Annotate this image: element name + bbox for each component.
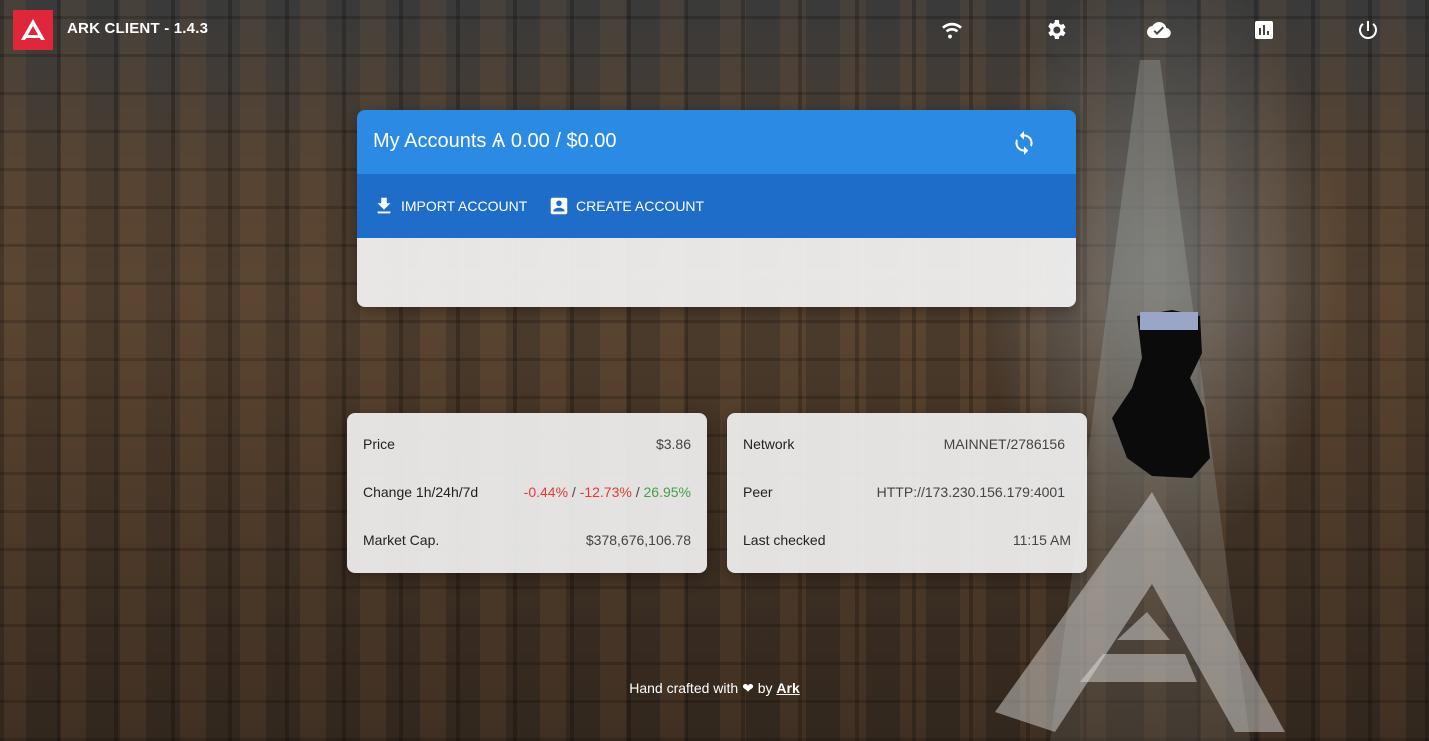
accounts-list: [357, 238, 1076, 307]
power-icon[interactable]: [1356, 18, 1380, 42]
network-value: MAINNET/2786156: [943, 436, 1065, 452]
network-card: Network MAINNET/2786156 Peer HTTP://173.…: [727, 413, 1087, 573]
price-row: Price $3.86: [363, 436, 691, 456]
last-checked-label: Last checked: [743, 532, 826, 548]
accounts-title: My Accounts Ѧ 0.00 / $0.00: [373, 130, 617, 152]
price-value: $3.86: [655, 436, 691, 452]
change-7d: 26.95%: [643, 484, 691, 500]
account-box-icon: [550, 197, 568, 215]
network-label: Network: [743, 436, 795, 452]
change-row: Change 1h/24h/7d -0.44% / -12.73% / 26.9…: [363, 484, 691, 504]
chart-icon[interactable]: [1252, 18, 1276, 42]
footer: Hand crafted with ❤ by Ark: [0, 680, 1429, 697]
peer-label: Peer: [743, 484, 773, 500]
marketcap-label: Market Cap.: [363, 532, 440, 548]
create-account-label: CREATE ACCOUNT: [576, 198, 705, 214]
last-checked-row: Last checked 11:15 AM: [743, 532, 1071, 552]
peer-row: Peer HTTP://173.230.156.179:4001: [743, 484, 1065, 504]
network-row: Network MAINNET/2786156: [743, 436, 1065, 456]
create-account-button[interactable]: CREATE ACCOUNT: [548, 194, 704, 218]
change-1h: -0.44%: [523, 484, 569, 500]
change-label: Change 1h/24h/7d: [363, 484, 479, 500]
app-title: ARK CLIENT - 1.4.3: [67, 20, 209, 37]
import-account-button[interactable]: IMPORT ACCOUNT: [373, 194, 527, 218]
accounts-card: My Accounts Ѧ 0.00 / $0.00 IMPORT ACCOUN…: [357, 110, 1076, 307]
marketcap-row: Market Cap. $378,676,106.78: [363, 532, 691, 552]
footer-by: by: [757, 680, 773, 696]
import-account-label: IMPORT ACCOUNT: [401, 198, 528, 214]
change-separator: /: [571, 484, 576, 500]
ark-link[interactable]: Ark: [776, 680, 799, 696]
ark-logo-icon[interactable]: [13, 10, 53, 50]
last-checked-value: 11:15 AM: [1012, 532, 1071, 548]
footer-prefix: Hand crafted with: [629, 680, 739, 696]
accounts-header: My Accounts Ѧ 0.00 / $0.00: [357, 110, 1076, 174]
change-24h: -12.73%: [579, 484, 632, 500]
accounts-actions-bar: IMPORT ACCOUNT CREATE ACCOUNT: [357, 174, 1076, 238]
change-values: -0.44% / -12.73% / 26.95%: [524, 484, 691, 500]
heart-icon: ❤: [742, 680, 754, 696]
background-figure: [1112, 310, 1210, 478]
price-label: Price: [363, 436, 395, 452]
market-card: Price $3.86 Change 1h/24h/7d -0.44% / -1…: [347, 413, 707, 573]
cloud-check-icon[interactable]: [1147, 18, 1171, 42]
change-separator: /: [635, 484, 640, 500]
download-icon: [377, 197, 391, 214]
marketcap-value: $378,676,106.78: [585, 532, 691, 548]
top-bar: ARK CLIENT - 1.4.3: [0, 0, 1429, 60]
wifi-icon[interactable]: [940, 18, 964, 42]
refresh-icon[interactable]: [1011, 130, 1037, 156]
peer-value[interactable]: HTTP://173.230.156.179:4001: [877, 484, 1065, 500]
settings-icon[interactable]: [1044, 18, 1068, 42]
